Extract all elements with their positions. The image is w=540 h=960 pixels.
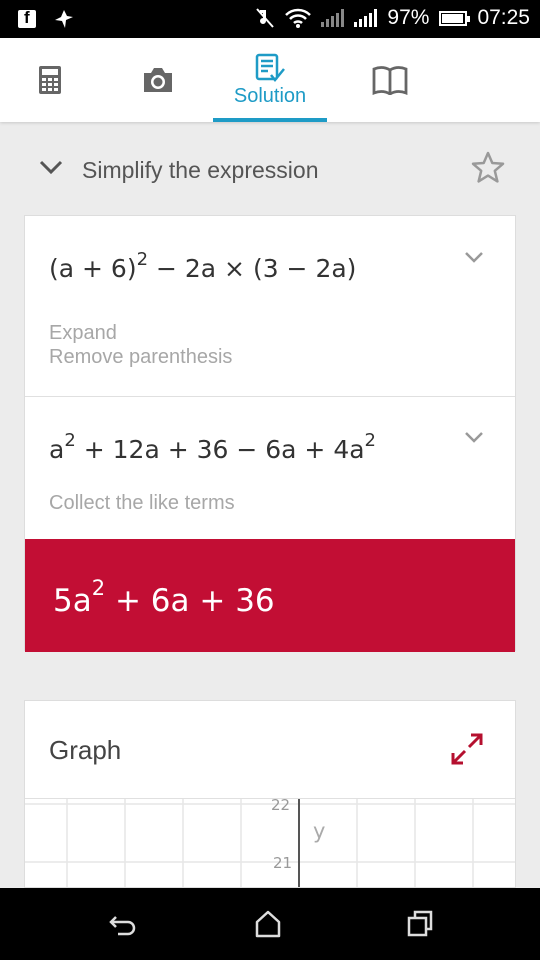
tab-calculator[interactable]	[26, 38, 74, 122]
chevron-down-icon[interactable]	[463, 250, 485, 264]
chevron-down-icon[interactable]	[38, 158, 64, 176]
pin-icon	[55, 10, 73, 28]
solution-step[interactable]: a2 + 12a + 36 − 6a + 4a2 Collect the lik…	[25, 396, 515, 539]
mute-icon	[256, 8, 275, 28]
signal-icon	[321, 9, 345, 27]
solution-card: (a + 6)2 − 2a × (3 − 2a) Expand Remove p…	[24, 215, 516, 652]
navigation-bar	[0, 888, 540, 960]
recent-apps-icon[interactable]	[406, 908, 434, 940]
step-expression: (a + 6)2 − 2a × (3 − 2a)	[49, 249, 357, 283]
clock: 07:25	[477, 6, 530, 29]
y-tick-label: 21	[273, 854, 293, 872]
step-hint: Expand Remove parenthesis	[49, 322, 233, 368]
step-expression: a2 + 12a + 36 − 6a + 4a2	[49, 430, 376, 464]
favorite-star-icon[interactable]	[470, 150, 506, 186]
graph-title: Graph	[49, 735, 122, 765]
tab-solution[interactable]: Solution	[213, 38, 327, 122]
tab-camera[interactable]	[134, 38, 182, 122]
step-hint: Collect the like terms	[49, 492, 235, 514]
graph-card: Graph 22 21 y	[24, 700, 516, 888]
y-axis-label: y	[313, 819, 326, 843]
facebook-icon	[18, 8, 36, 28]
result-panel: 5a2 + 6a + 36	[25, 539, 515, 652]
y-tick-label: 22	[271, 796, 291, 814]
result-expression: 5a2 + 6a + 36	[53, 576, 275, 619]
tab-active-indicator	[213, 118, 327, 122]
signal-icon	[354, 9, 378, 27]
problem-header[interactable]: Simplify the expression	[0, 140, 540, 200]
battery-percent: 97%	[387, 6, 430, 29]
wifi-icon	[285, 8, 312, 28]
page-title: Simplify the expression	[82, 157, 319, 183]
back-icon[interactable]	[108, 908, 138, 940]
book-icon	[372, 66, 408, 95]
home-icon[interactable]	[254, 908, 282, 940]
solution-icon	[255, 53, 285, 82]
tab-book[interactable]	[366, 38, 414, 122]
battery-icon	[439, 10, 471, 26]
expand-icon[interactable]	[449, 731, 485, 767]
chevron-down-icon[interactable]	[463, 430, 485, 444]
camera-icon	[144, 68, 172, 92]
tab-bar: Solution	[0, 38, 540, 122]
graph-canvas[interactable]: 22 21 y	[25, 796, 515, 887]
calculator-icon	[39, 66, 61, 94]
tab-solution-label: Solution	[233, 84, 307, 107]
solution-step[interactable]: (a + 6)2 − 2a × (3 − 2a) Expand Remove p…	[25, 216, 515, 396]
status-bar: 97% 07:25	[0, 0, 540, 38]
